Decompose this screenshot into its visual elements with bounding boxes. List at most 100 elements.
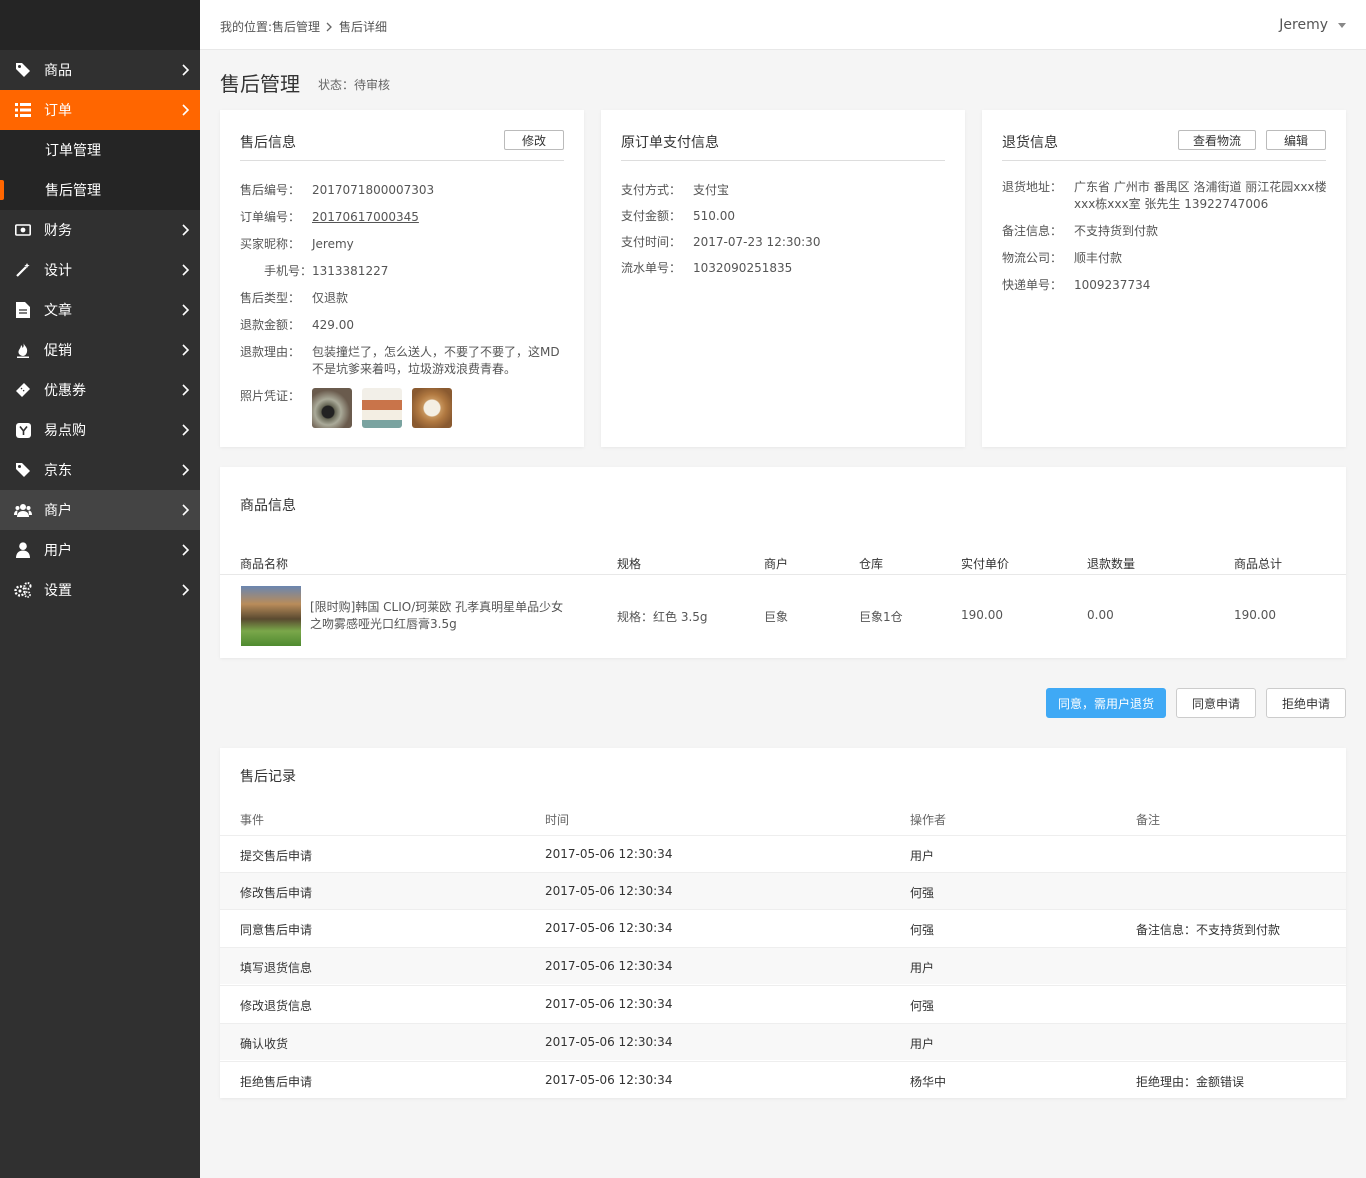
event-cell: 提交售后申请	[240, 849, 313, 863]
return-note: 不支持货到付款	[1074, 224, 1159, 238]
field-label: 买家昵称：	[240, 237, 301, 251]
info-row: 退款金额： 429.00	[240, 317, 354, 334]
breadcrumb-current: 售后详细	[339, 20, 388, 34]
table-row: 修改退货信息 2017-05-06 12:30:34 何强	[220, 985, 1346, 1022]
product-image[interactable]	[241, 586, 301, 646]
field-label: 售后编号：	[240, 183, 301, 197]
photo-thumbnail[interactable]	[312, 388, 352, 428]
order-no-link[interactable]: 20170617000345	[312, 209, 419, 226]
sidebar-item-label: 财务	[44, 223, 72, 239]
user-icon	[14, 541, 32, 559]
column-header: 商品总计	[1234, 557, 1283, 571]
product-name[interactable]: [限时购]韩国 CLIO/珂莱欧 孔孝真明星单品少女之吻雾感哑光口红唇膏3.5g	[310, 599, 570, 633]
field-label: 售后类型：	[240, 291, 301, 305]
agree-with-return-button[interactable]: 同意，需用户退货	[1046, 688, 1166, 718]
photo-thumbnail[interactable]	[412, 388, 452, 428]
table-row: 拒绝售后申请 2017-05-06 12:30:34 杨华中 拒绝理由：金额错误	[220, 1061, 1346, 1098]
card-title: 退货信息	[1002, 135, 1058, 151]
sidebar-item-jd[interactable]: 京东	[0, 450, 200, 490]
event-cell: 修改退货信息	[240, 999, 313, 1013]
sidebar-item-goods[interactable]: 商品	[0, 50, 200, 90]
table-row: 提交售后申请 2017-05-06 12:30:34 用户	[220, 835, 1346, 872]
chevron-right-icon	[182, 504, 190, 516]
sidebar-item-finance[interactable]: 财务	[0, 210, 200, 250]
sidebar-subitem-aftersale-manage[interactable]: 售后管理	[0, 170, 200, 210]
info-row: 支付方式： 支付宝	[621, 182, 729, 199]
user-menu[interactable]: Jeremy	[1279, 17, 1346, 33]
brand-area	[0, 0, 200, 50]
breadcrumb: 我的位置:售后管理 售后详细	[220, 18, 387, 35]
event-cell: 同意售后申请	[240, 923, 313, 937]
sidebar-item-orders[interactable]: 订单	[0, 90, 200, 130]
tracking-no: 1009237734	[1074, 278, 1151, 292]
table-row: 修改售后申请 2017-05-06 12:30:34 何强	[220, 872, 1346, 909]
note-cell: 拒绝理由：金额错误	[1136, 1075, 1245, 1089]
info-row: 售后编号： 2017071800007303	[240, 182, 434, 199]
sidebar-item-label: 订单	[44, 103, 72, 119]
sidebar-item-users[interactable]: 用户	[0, 530, 200, 570]
info-row: 买家昵称： Jeremy	[240, 236, 354, 253]
operator-cell: 用户	[910, 961, 935, 975]
card-title: 原订单支付信息	[621, 135, 719, 151]
edit-return-button[interactable]: 编辑	[1266, 130, 1326, 150]
field-label: 退款金额：	[240, 318, 301, 332]
sidebar-item-merchants[interactable]: 商户	[0, 490, 200, 530]
column-header: 规格	[617, 557, 642, 571]
phone-number: 1313381227	[312, 264, 389, 278]
info-row: 流水单号： 1032090251835	[621, 260, 792, 277]
sidebar-item-label: 商户	[44, 503, 72, 519]
chevron-right-icon	[182, 304, 190, 316]
column-header: 仓库	[859, 557, 884, 571]
product-warehouse: 巨象1仓	[859, 610, 903, 624]
buyer-nickname: Jeremy	[312, 237, 354, 251]
field-label: 照片凭证：	[240, 389, 301, 403]
logistics-company: 顺丰付款	[1074, 251, 1123, 265]
sidebar-item-yidiangou[interactable]: 易点购	[0, 410, 200, 450]
magic-wand-icon	[14, 261, 32, 279]
field-label: 支付金额：	[621, 209, 682, 223]
breadcrumb-link[interactable]: 我的位置:售后管理	[220, 18, 320, 35]
info-row: 支付时间： 2017-07-23 12:30:30	[621, 234, 820, 251]
list-icon	[14, 101, 32, 119]
product-price: 190.00	[961, 608, 1003, 622]
sidebar-item-coupons[interactable]: 优惠券	[0, 370, 200, 410]
payment-info-card: 原订单支付信息 支付方式： 支付宝 支付金额： 510.00 支付时间： 2017-0…	[601, 110, 965, 447]
photo-thumbnail[interactable]	[362, 388, 402, 428]
operator-cell: 用户	[910, 1037, 935, 1051]
info-row: 支付金额： 510.00	[621, 208, 735, 225]
time-cell: 2017-05-06 12:30:34	[545, 847, 673, 861]
chevron-right-icon	[182, 384, 190, 396]
tag-icon	[14, 61, 32, 79]
field-label: 物流公司：	[1002, 251, 1063, 265]
sidebar-item-label: 促销	[44, 343, 72, 359]
table-row: 同意售后申请 2017-05-06 12:30:34 何强 备注信息：不支持货到…	[220, 909, 1346, 946]
aftersale-log-card: 售后记录 事件 时间 操作者 备注 提交售后申请 2017-05-06 12:3…	[220, 748, 1346, 1098]
sidebar-item-label: 用户	[44, 543, 72, 559]
info-row: 快递单号： 1009237734	[1002, 277, 1150, 294]
reject-button[interactable]: 拒绝申请	[1266, 688, 1346, 718]
sidebar-subitem-order-manage[interactable]: 订单管理	[0, 130, 200, 170]
time-cell: 2017-05-06 12:30:34	[545, 921, 673, 935]
info-row: 退货地址： 广东省 广州市 番禺区 洛浦街道 丽江花园xxx楼xxx栋xxx室 张…	[1002, 179, 1332, 213]
info-row: 订单编号： 20170617000345	[240, 209, 419, 226]
sidebar-item-articles[interactable]: 文章	[0, 290, 200, 330]
view-logistics-button[interactable]: 查看物流	[1178, 130, 1256, 150]
card-title: 售后记录	[240, 769, 296, 785]
field-label: 支付方式：	[621, 183, 682, 197]
time-cell: 2017-05-06 12:30:34	[545, 997, 673, 1011]
goods-info-card: 商品信息 商品名称 规格 商户 仓库 实付单价 退款数量 商品总计 [限时购]韩…	[220, 467, 1346, 658]
money-icon	[14, 221, 32, 239]
sidebar-item-promotion[interactable]: 促销	[0, 330, 200, 370]
field-label: 手机号：	[263, 264, 312, 278]
event-cell: 填写退货信息	[240, 961, 313, 975]
operator-cell: 何强	[910, 923, 935, 937]
time-cell: 2017-05-06 12:30:34	[545, 1035, 673, 1049]
aftersale-type: 仅退款	[312, 291, 349, 305]
agree-button[interactable]: 同意申请	[1176, 688, 1256, 718]
return-address: 广东省 广州市 番禺区 洛浦街道 丽江花园xxx楼xxx栋xxx室 张先生 13…	[1074, 180, 1327, 211]
chevron-right-icon	[182, 264, 190, 276]
sidebar-item-design[interactable]: 设计	[0, 250, 200, 290]
sidebar-item-settings[interactable]: 设置	[0, 570, 200, 610]
operator-cell: 杨华中	[910, 1075, 947, 1089]
edit-aftersale-button[interactable]: 修改	[504, 130, 564, 150]
